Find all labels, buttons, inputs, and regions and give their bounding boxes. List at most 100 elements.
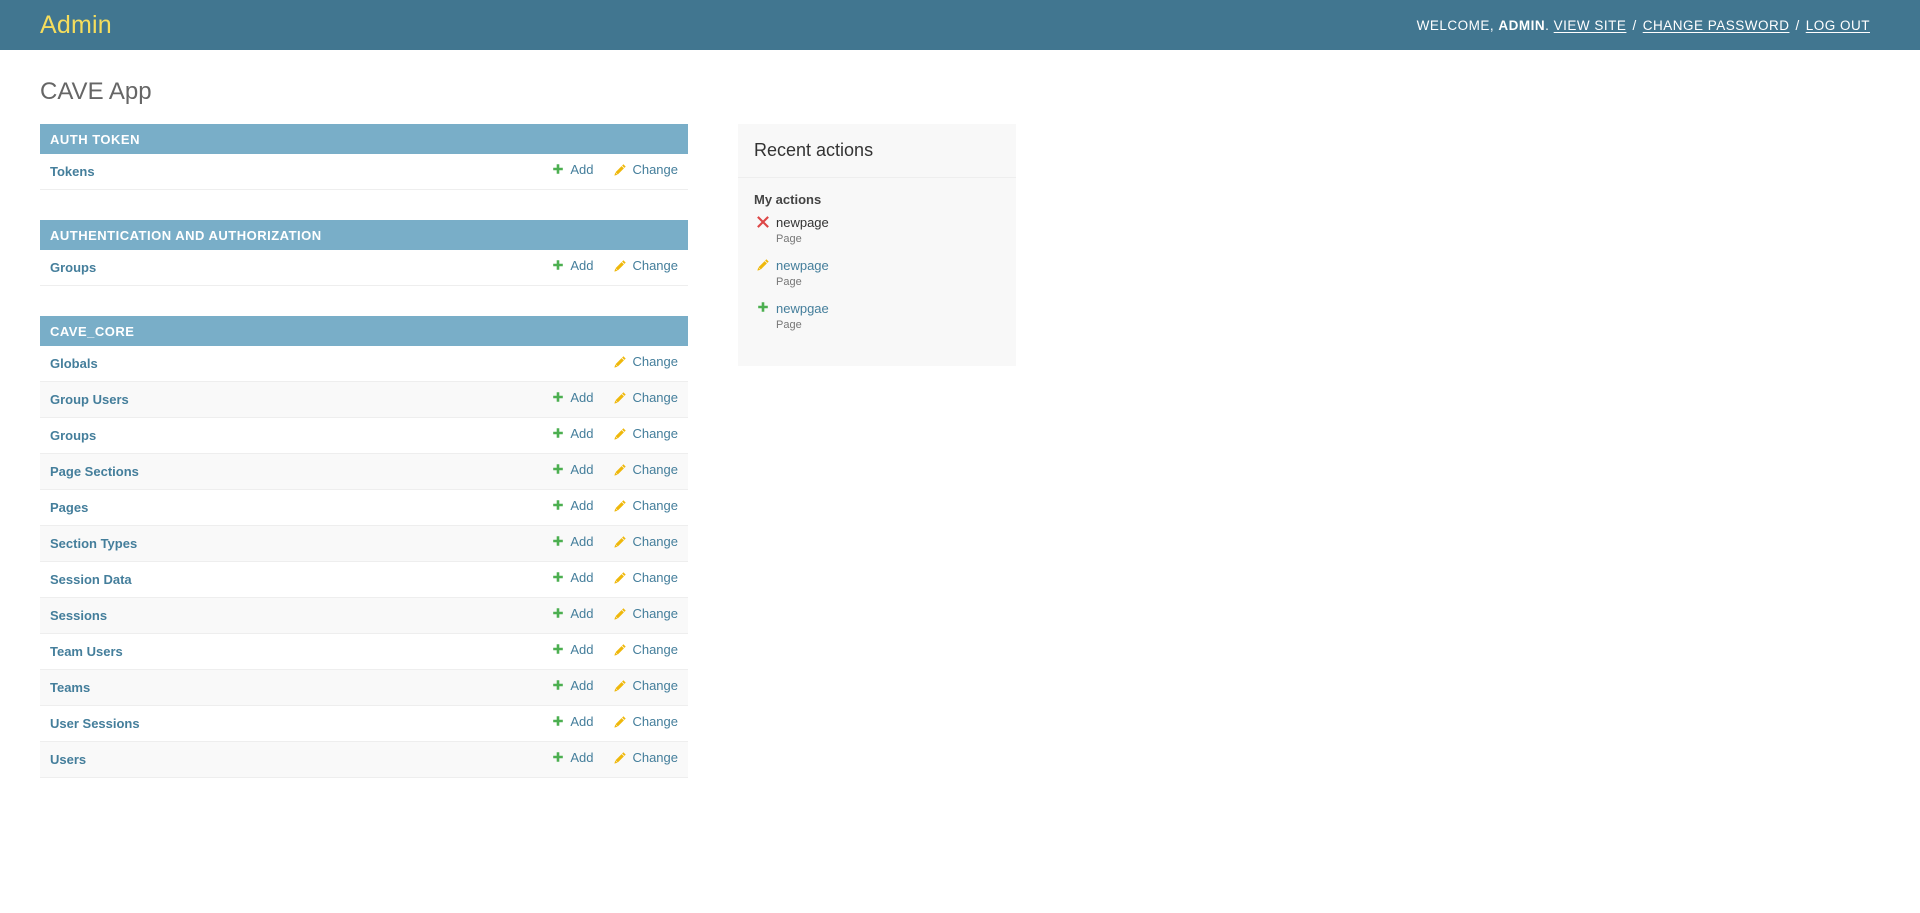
change-cell: Change xyxy=(603,742,688,778)
add-cell: Add xyxy=(541,250,603,286)
add-link[interactable]: Add xyxy=(551,258,593,274)
model-name-cell: Groups xyxy=(40,250,541,286)
model-name-cell: Tokens xyxy=(40,154,541,190)
pencil-icon xyxy=(613,715,627,729)
model-link[interactable]: Teams xyxy=(50,680,90,695)
change-label: Change xyxy=(632,642,678,658)
change-link[interactable]: Change xyxy=(613,498,678,514)
add-link[interactable]: Add xyxy=(551,714,593,730)
change-link[interactable]: Change xyxy=(613,258,678,274)
log-out-link[interactable]: LOG OUT xyxy=(1806,18,1870,33)
add-link[interactable]: Add xyxy=(551,570,593,586)
model-link[interactable]: Groups xyxy=(50,428,96,443)
change-label: Change xyxy=(632,426,678,442)
change-label: Change xyxy=(632,162,678,178)
model-link[interactable]: Team Users xyxy=(50,644,123,659)
my-actions-subtitle: My actions xyxy=(738,178,1016,215)
add-link[interactable]: Add xyxy=(551,498,593,514)
model-link[interactable]: User Sessions xyxy=(50,716,140,731)
model-name-cell: Users xyxy=(40,742,541,778)
model-table: Tokens Add Change xyxy=(40,154,688,190)
view-site-link[interactable]: VIEW SITE xyxy=(1554,18,1627,33)
change-link[interactable]: Change xyxy=(613,462,678,478)
model-table: Groups Add Change xyxy=(40,250,688,286)
add-link[interactable]: Add xyxy=(551,162,593,178)
page-title: CAVE App xyxy=(40,78,1880,106)
add-cell-empty xyxy=(541,346,603,382)
model-name-cell: Globals xyxy=(40,346,541,382)
add-cell: Add xyxy=(541,454,603,490)
model-link[interactable]: Tokens xyxy=(50,164,95,179)
change-label: Change xyxy=(632,390,678,406)
model-link[interactable]: Groups xyxy=(50,260,96,275)
table-row: Globals Change xyxy=(40,346,688,382)
change-link[interactable]: Change xyxy=(613,570,678,586)
change-link[interactable]: Change xyxy=(613,426,678,442)
change-link[interactable]: Change xyxy=(613,750,678,766)
pencil-icon xyxy=(613,535,627,549)
plus-icon xyxy=(551,535,565,549)
model-name-cell: Session Data xyxy=(40,562,541,598)
action-entry: newpage xyxy=(756,258,1000,273)
change-cell: Change xyxy=(603,670,688,706)
app-module-caption: AUTHENTICATION AND AUTHORIZATION xyxy=(40,220,688,250)
change-link[interactable]: Change xyxy=(613,390,678,406)
change-label: Change xyxy=(632,258,678,274)
pencil-icon xyxy=(613,259,627,273)
model-link[interactable]: Section Types xyxy=(50,536,137,551)
add-link[interactable]: Add xyxy=(551,678,593,694)
change-link[interactable]: Change xyxy=(613,606,678,622)
add-link[interactable]: Add xyxy=(551,642,593,658)
model-name-cell: Teams xyxy=(40,670,541,706)
model-link[interactable]: Session Data xyxy=(50,572,132,587)
plus-icon xyxy=(551,499,565,513)
model-link[interactable]: Sessions xyxy=(50,608,107,623)
change-link[interactable]: Change xyxy=(613,162,678,178)
add-link[interactable]: Add xyxy=(551,750,593,766)
action-object-name[interactable]: newpgae xyxy=(776,301,829,316)
add-link[interactable]: Add xyxy=(551,606,593,622)
change-password-link[interactable]: CHANGE PASSWORD xyxy=(1643,18,1790,33)
change-label: Change xyxy=(632,714,678,730)
add-cell: Add xyxy=(541,382,603,418)
plus-icon xyxy=(551,715,565,729)
add-link[interactable]: Add xyxy=(551,534,593,550)
change-cell: Change xyxy=(603,418,688,454)
app-list: AUTH TOKENTokensAddChangeAUTHENTICATION … xyxy=(40,124,688,808)
plus-icon xyxy=(551,643,565,657)
change-cell: Change xyxy=(603,598,688,634)
pencil-icon xyxy=(613,355,627,369)
add-link[interactable]: Add xyxy=(551,426,593,442)
table-row: Sessions Add Change xyxy=(40,598,688,634)
model-link[interactable]: Pages xyxy=(50,500,88,515)
add-cell: Add xyxy=(541,706,603,742)
add-label: Add xyxy=(570,162,593,178)
separator-2: / xyxy=(1789,18,1805,33)
recent-actions-module: Recent actions My actions newpagePagenew… xyxy=(738,124,1016,366)
model-name-cell: Groups xyxy=(40,418,541,454)
pencil-icon xyxy=(613,571,627,585)
action-object-name: newpage xyxy=(776,215,829,230)
table-row: Page Sections Add Change xyxy=(40,454,688,490)
table-row: Groups Add Change xyxy=(40,418,688,454)
model-link[interactable]: Group Users xyxy=(50,392,129,407)
pencil-icon xyxy=(613,499,627,513)
add-link[interactable]: Add xyxy=(551,462,593,478)
change-link[interactable]: Change xyxy=(613,642,678,658)
model-link[interactable]: Users xyxy=(50,752,86,767)
change-cell: Change xyxy=(603,526,688,562)
change-link[interactable]: Change xyxy=(613,354,678,370)
change-label: Change xyxy=(632,462,678,478)
model-link[interactable]: Page Sections xyxy=(50,464,139,479)
model-link[interactable]: Globals xyxy=(50,356,98,371)
action-object-name[interactable]: newpage xyxy=(776,258,829,273)
list-item: newpagePage xyxy=(756,215,1000,258)
action-entry: newpage xyxy=(756,215,1000,230)
change-label: Change xyxy=(632,750,678,766)
change-link[interactable]: Change xyxy=(613,678,678,694)
change-link[interactable]: Change xyxy=(613,714,678,730)
separator-1: / xyxy=(1626,18,1642,33)
change-link[interactable]: Change xyxy=(613,534,678,550)
add-link[interactable]: Add xyxy=(551,390,593,406)
add-label: Add xyxy=(570,570,593,586)
